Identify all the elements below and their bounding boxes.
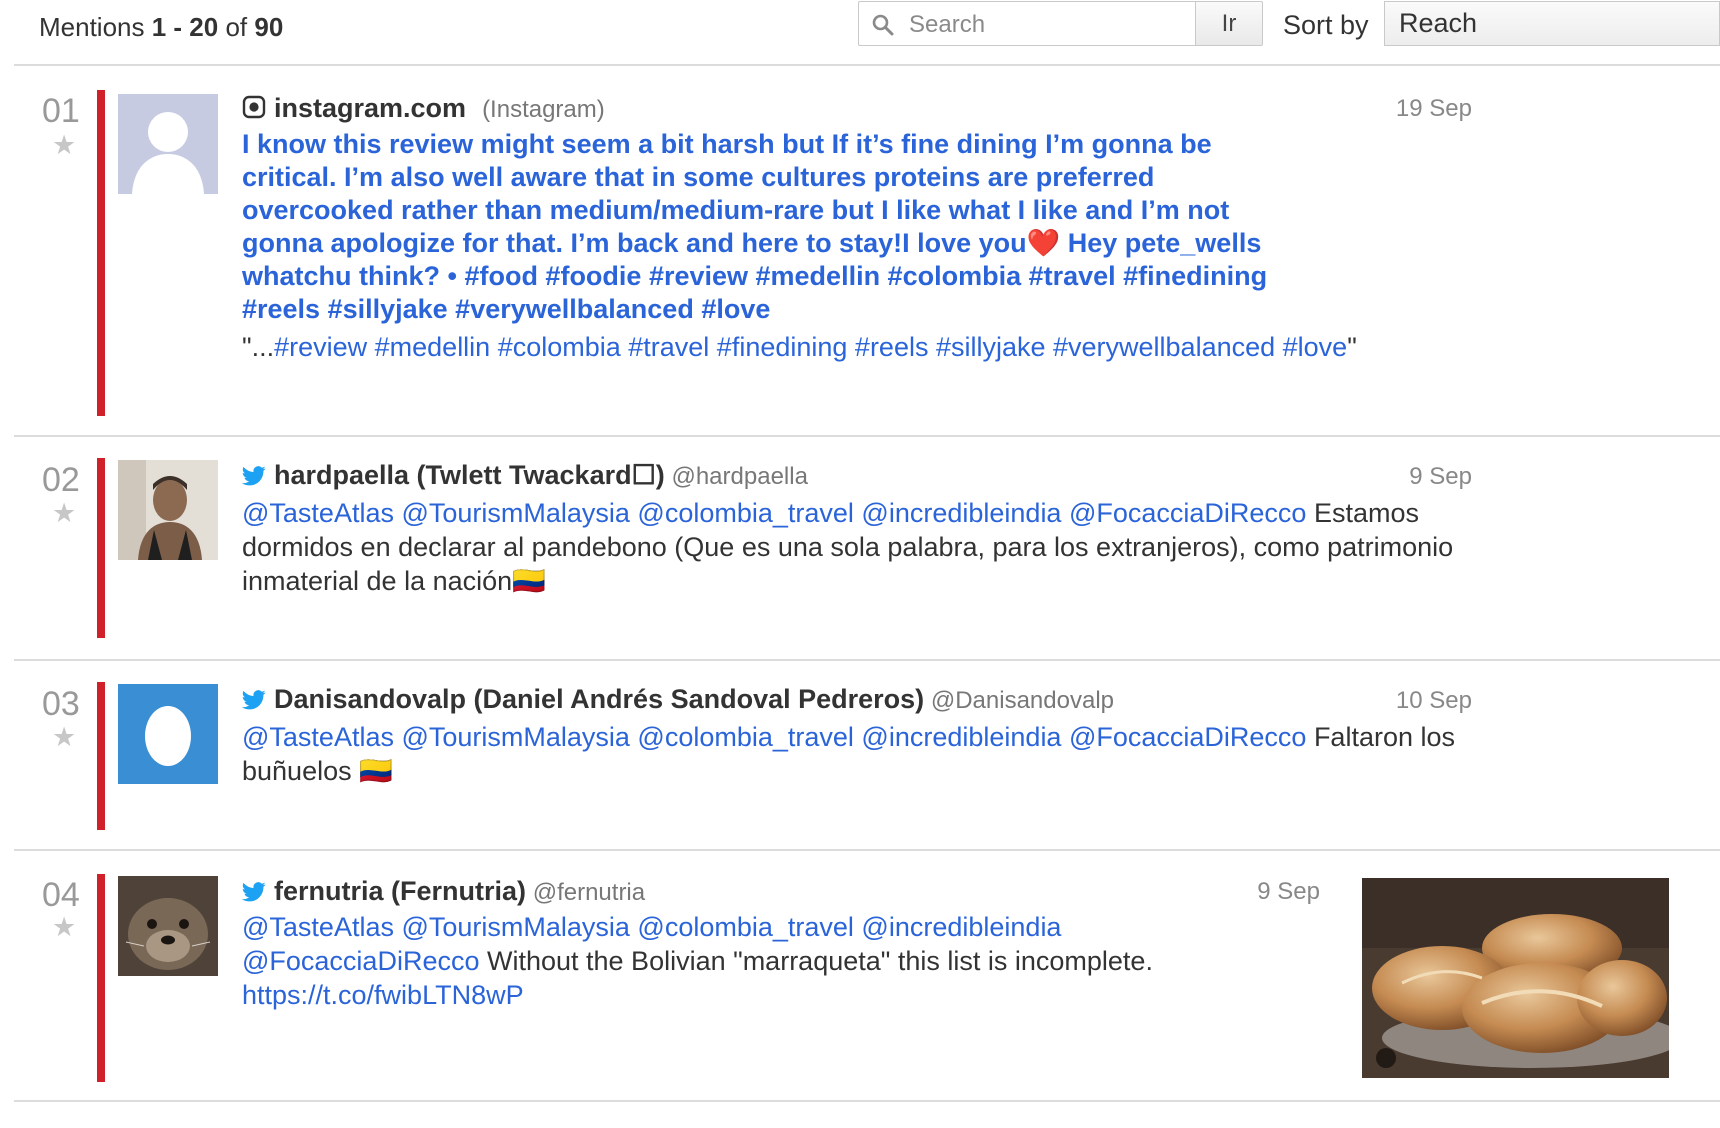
mention-text: @TasteAtlas @TourismMalaysia @colombia_t… — [242, 720, 1492, 788]
mention-url-link[interactable]: https://t.co/fwibLTN8wP — [242, 980, 524, 1010]
twitter-icon — [242, 689, 266, 717]
star-icon[interactable]: ★ — [52, 914, 76, 941]
sort-select[interactable]: Reach — [1384, 1, 1720, 46]
mention-row: 02 ★ hardpaella (Twlett Twackard☐) @hard… — [0, 436, 1720, 660]
avatar[interactable] — [118, 94, 218, 194]
mention-body-text: Without the Bolivian "marraqueta" this l… — [479, 946, 1153, 976]
hashtag-link[interactable]: #review #medellin #colombia #travel #fin… — [274, 332, 1347, 362]
author-name[interactable]: Danisandovalp (Daniel Andrés Sandoval Pe… — [274, 684, 924, 714]
instagram-icon — [242, 95, 266, 126]
quote-open: "... — [242, 332, 275, 362]
mentions-count: Mentions 1 - 20 of 90 — [39, 12, 283, 43]
mention-title-link[interactable]: I know this review might seem a bit hars… — [242, 128, 1312, 326]
mention-date: 9 Sep — [1409, 463, 1472, 490]
mention-rank: 04 — [42, 876, 80, 914]
mentions-label: Mentions — [39, 12, 152, 42]
mention-date: 9 Sep — [1257, 878, 1320, 905]
row-divider — [14, 1100, 1720, 1102]
mention-accent-bar — [97, 874, 105, 1082]
mention-header: fernutria (Fernutria) @fernutria — [242, 876, 645, 909]
mention-accent-bar — [97, 682, 105, 830]
mention-rank: 03 — [42, 685, 80, 723]
mention-media-thumbnail[interactable] — [1362, 878, 1669, 1078]
search-input[interactable] — [907, 8, 1191, 42]
author-name[interactable]: fernutria (Fernutria) — [274, 876, 526, 906]
mention-text: @TasteAtlas @TourismMalaysia @colombia_t… — [242, 910, 1242, 1012]
mentions-range: 1 - 20 — [151, 12, 219, 42]
mention-header: Danisandovalp (Daniel Andrés Sandoval Pe… — [242, 684, 1114, 717]
mention-text: @TasteAtlas @TourismMalaysia @colombia_t… — [242, 496, 1492, 598]
star-icon[interactable]: ★ — [52, 132, 76, 159]
mentions-header: Mentions 1 - 20 of 90 Ir Sort by Reach — [0, 0, 1720, 66]
mentioned-accounts-link[interactable]: @TasteAtlas @TourismMalaysia @colombia_t… — [242, 722, 1306, 752]
otter-avatar-icon — [118, 876, 218, 976]
mentions-of: of — [218, 12, 255, 42]
mention-row: 03 ★ Danisandovalp (Daniel Andrés Sandov… — [0, 660, 1720, 850]
author-name[interactable]: hardpaella (Twlett Twackard☐) — [274, 460, 665, 490]
mentions-total: 90 — [254, 12, 284, 42]
source-domain[interactable]: instagram.com — [274, 93, 466, 123]
mention-accent-bar — [97, 90, 105, 416]
avatar[interactable] — [118, 876, 218, 976]
mention-header: instagram.com (Instagram) — [242, 93, 605, 126]
search-go-button[interactable]: Ir — [1195, 1, 1263, 46]
media-badge-icon — [1376, 1048, 1396, 1068]
mention-date: 19 Sep — [1395, 95, 1472, 122]
author-handle[interactable]: @Danisandovalp — [931, 687, 1114, 714]
mention-accent-bar — [97, 458, 105, 638]
search-box — [858, 1, 1196, 46]
twitter-icon — [242, 465, 266, 493]
person-avatar-icon — [118, 460, 218, 560]
mention-header: hardpaella (Twlett Twackard☐) @hardpaell… — [242, 460, 808, 493]
mention-row: 04 ★ fernutria (Fernutria) @fernutria 9 … — [0, 850, 1720, 1100]
mention-date: 10 Sep — [1395, 687, 1472, 714]
mention-rank: 01 — [42, 92, 80, 130]
default-avatar-icon — [118, 94, 218, 194]
bread-photo — [1362, 878, 1669, 1078]
search-icon — [871, 13, 895, 42]
mentioned-accounts-link[interactable]: @TasteAtlas @TourismMalaysia @colombia_t… — [242, 498, 1306, 528]
star-icon[interactable]: ★ — [52, 724, 76, 751]
egg-avatar-icon — [118, 684, 218, 784]
quote-close: " — [1347, 332, 1357, 362]
star-icon[interactable]: ★ — [52, 500, 76, 527]
author-handle[interactable]: @fernutria — [533, 879, 645, 906]
mention-rank: 02 — [42, 461, 80, 499]
source-name: (Instagram) — [482, 96, 605, 123]
mention-snippet: "...#review #medellin #colombia #travel … — [242, 332, 1357, 363]
sort-by-label: Sort by — [1283, 10, 1369, 40]
mention-row: 01 ★ instagram.com (Instagram) 19 Sep I k… — [0, 66, 1720, 436]
avatar[interactable] — [118, 684, 218, 784]
twitter-icon — [242, 881, 266, 909]
author-handle[interactable]: @hardpaella — [671, 463, 807, 490]
avatar[interactable] — [118, 460, 218, 560]
